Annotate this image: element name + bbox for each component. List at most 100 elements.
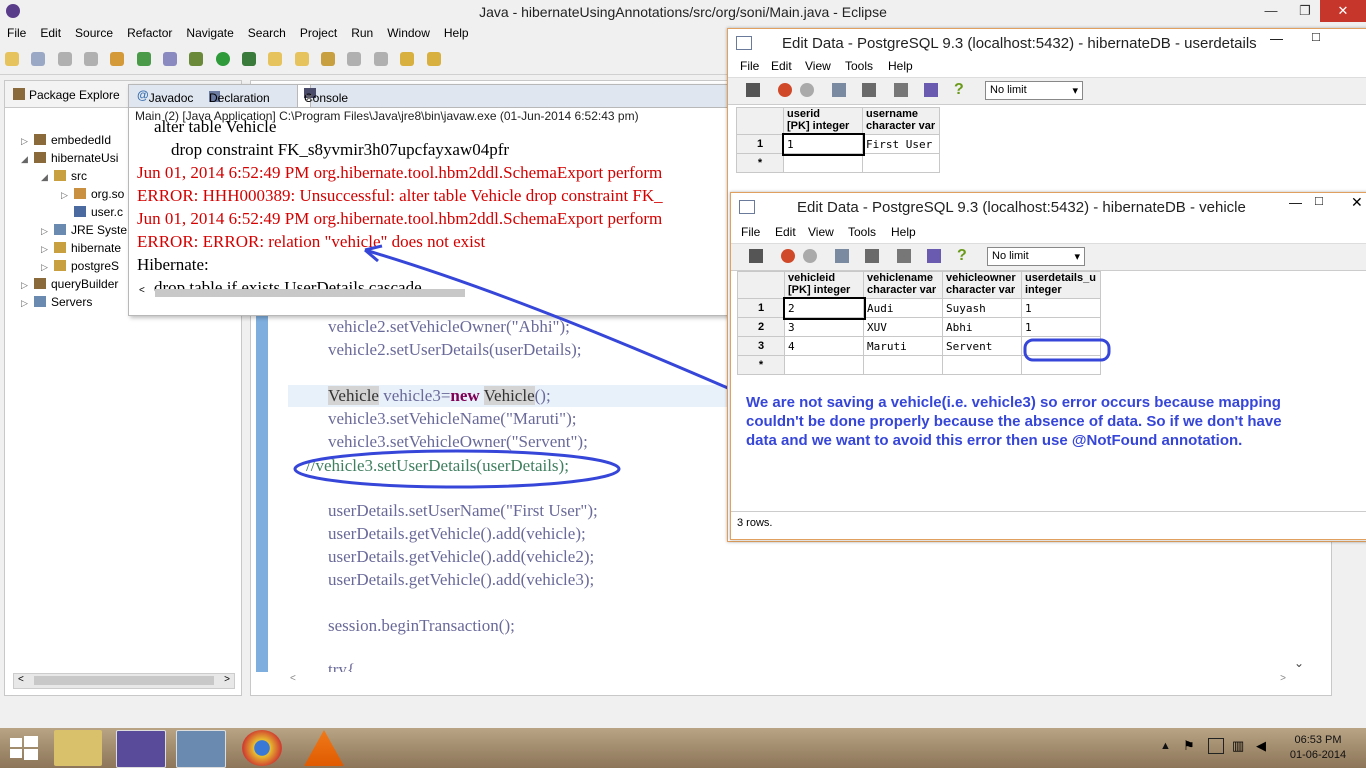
table-row[interactable]: 1 1 First User <box>736 132 940 156</box>
table-cell[interactable] <box>862 153 940 173</box>
delete-icon[interactable] <box>894 83 908 97</box>
save-icon[interactable] <box>746 83 760 97</box>
grid-corner <box>736 107 784 135</box>
help-icon[interactable]: ? <box>954 81 964 99</box>
new-row[interactable]: * <box>736 153 940 173</box>
table-icon <box>736 36 752 50</box>
menu-edit[interactable]: Edit <box>775 225 796 239</box>
menu-help[interactable]: Help <box>891 225 916 239</box>
maximize-icon[interactable]: □ <box>1315 193 1323 208</box>
column-type: character var <box>946 284 1016 296</box>
close-icon[interactable]: ✕ <box>1351 194 1363 211</box>
row-limit-select[interactable]: No limit ▾ <box>987 247 1085 266</box>
table-cell[interactable]: 2 <box>782 296 866 320</box>
chevron-up-icon[interactable]: ▲ <box>1160 740 1171 752</box>
table-row[interactable]: 2 3 XUV Abhi 1 <box>737 317 1101 337</box>
menu-help[interactable]: Help <box>888 59 913 73</box>
table-cell[interactable] <box>942 355 1022 375</box>
paste-icon[interactable] <box>865 249 879 263</box>
column-header[interactable]: vehiclename character var <box>863 271 943 299</box>
menu-view[interactable]: View <box>805 59 831 73</box>
copy-icon[interactable] <box>832 83 846 97</box>
status-divider <box>731 511 1366 512</box>
minimize-icon[interactable]: — <box>1289 195 1302 210</box>
filter-icon[interactable] <box>927 249 941 263</box>
table-cell[interactable]: Maruti <box>863 336 943 356</box>
restore-icon[interactable]: ❐ <box>1290 0 1320 22</box>
table-cell[interactable]: XUV <box>863 317 943 337</box>
column-name: vehicleid <box>788 272 836 285</box>
minimize-icon[interactable]: — <box>1270 31 1283 46</box>
undo-icon[interactable] <box>800 83 814 97</box>
table-cell[interactable]: 1 <box>1021 317 1101 337</box>
table-cell[interactable]: First User <box>862 134 940 154</box>
column-header[interactable]: username character var <box>862 107 940 135</box>
column-header[interactable]: vehicleid [PK] integer <box>784 271 864 299</box>
battery-icon[interactable] <box>1208 738 1224 754</box>
table-cell[interactable]: 3 <box>784 317 864 337</box>
row-number: 3 <box>737 336 785 356</box>
column-type: integer <box>1025 284 1062 296</box>
column-header[interactable]: userid [PK] integer <box>783 107 863 135</box>
maximize-icon[interactable]: □ <box>1312 29 1320 44</box>
table-cell[interactable]: 1 <box>1021 298 1101 318</box>
chevron-down-icon: ▾ <box>1072 85 1078 97</box>
pgadmin-icon[interactable] <box>176 730 226 768</box>
menu-tools[interactable]: Tools <box>845 59 873 73</box>
taskbar-clock[interactable]: 06:53 PM 01-06-2014 <box>1282 733 1354 763</box>
table-cell[interactable] <box>784 355 864 375</box>
grid-corner <box>737 271 785 299</box>
menu-tools[interactable]: Tools <box>848 225 876 239</box>
grid-header-row: vehicleid [PK] integer vehiclename characte… <box>737 271 1101 299</box>
table-cell[interactable]: Servent <box>942 336 1022 356</box>
column-header[interactable]: vehicleowner character var <box>942 271 1022 299</box>
row-limit-value: No limit <box>990 84 1027 96</box>
vehicle-window-title: Edit Data - PostgreSQL 9.3 (localhost:54… <box>797 199 1246 216</box>
menu-view[interactable]: View <box>808 225 834 239</box>
new-row-marker: * <box>737 355 785 375</box>
refresh-icon[interactable] <box>781 249 795 263</box>
vehicle-titlebar: Edit Data - PostgreSQL 9.3 (localhost:54… <box>731 193 1366 221</box>
menu-edit[interactable]: Edit <box>771 59 792 73</box>
table-cell[interactable] <box>783 153 863 173</box>
flag-icon[interactable]: ⚑ <box>1183 738 1195 754</box>
minimize-icon[interactable]: — <box>1256 0 1286 22</box>
table-cell[interactable] <box>863 355 943 375</box>
vehicle-status-bar: 3 rows. <box>737 517 773 529</box>
windows-start-icon[interactable] <box>10 736 38 760</box>
annotation-note: We are not saving a vehicle(i.e. vehicle… <box>746 394 1282 449</box>
table-cell[interactable]: Abhi <box>942 317 1022 337</box>
column-header[interactable]: userdetails_u integer <box>1021 271 1101 299</box>
table-cell[interactable]: Suyash <box>942 298 1022 318</box>
menu-file[interactable]: File <box>740 59 759 73</box>
refresh-icon[interactable] <box>778 83 792 97</box>
highlight-ellipse <box>293 449 621 489</box>
windows-taskbar: ▲ ⚑ ▥ ◀ <box>0 728 1366 768</box>
table-cell[interactable]: 4 <box>784 336 864 356</box>
table-row[interactable]: 1 2 Audi Suyash 1 <box>737 296 1101 320</box>
table-cell[interactable]: Audi <box>863 298 943 318</box>
save-icon[interactable] <box>749 249 763 263</box>
volume-icon[interactable]: ◀ <box>1256 738 1266 754</box>
undo-icon[interactable] <box>803 249 817 263</box>
paste-icon[interactable] <box>862 83 876 97</box>
network-icon[interactable]: ▥ <box>1232 738 1244 754</box>
clock-date: 01-06-2014 <box>1289 749 1347 761</box>
userdetails-grid[interactable]: userid [PK] integer username character var 1… <box>736 107 940 173</box>
copy-icon[interactable] <box>835 249 849 263</box>
chrome-icon[interactable] <box>242 730 282 766</box>
delete-icon[interactable] <box>897 249 911 263</box>
vlc-icon[interactable] <box>304 730 344 766</box>
empty-cell-highlight <box>1023 338 1111 362</box>
java-ee-ide-icon[interactable] <box>116 730 166 768</box>
row-limit-select[interactable]: No limit ▾ <box>985 81 1083 100</box>
vehicle-menubar: File Edit View Tools Help <box>731 225 1366 243</box>
column-name: username <box>866 108 918 121</box>
filter-icon[interactable] <box>924 83 938 97</box>
table-cell[interactable]: 1 <box>781 132 865 156</box>
vehicle-toolbar: ? No limit ▾ <box>731 243 1366 271</box>
file-explorer-icon[interactable] <box>54 730 102 766</box>
close-icon[interactable]: ✕ <box>1320 0 1366 22</box>
menu-file[interactable]: File <box>741 225 760 239</box>
help-icon[interactable]: ? <box>957 247 967 265</box>
